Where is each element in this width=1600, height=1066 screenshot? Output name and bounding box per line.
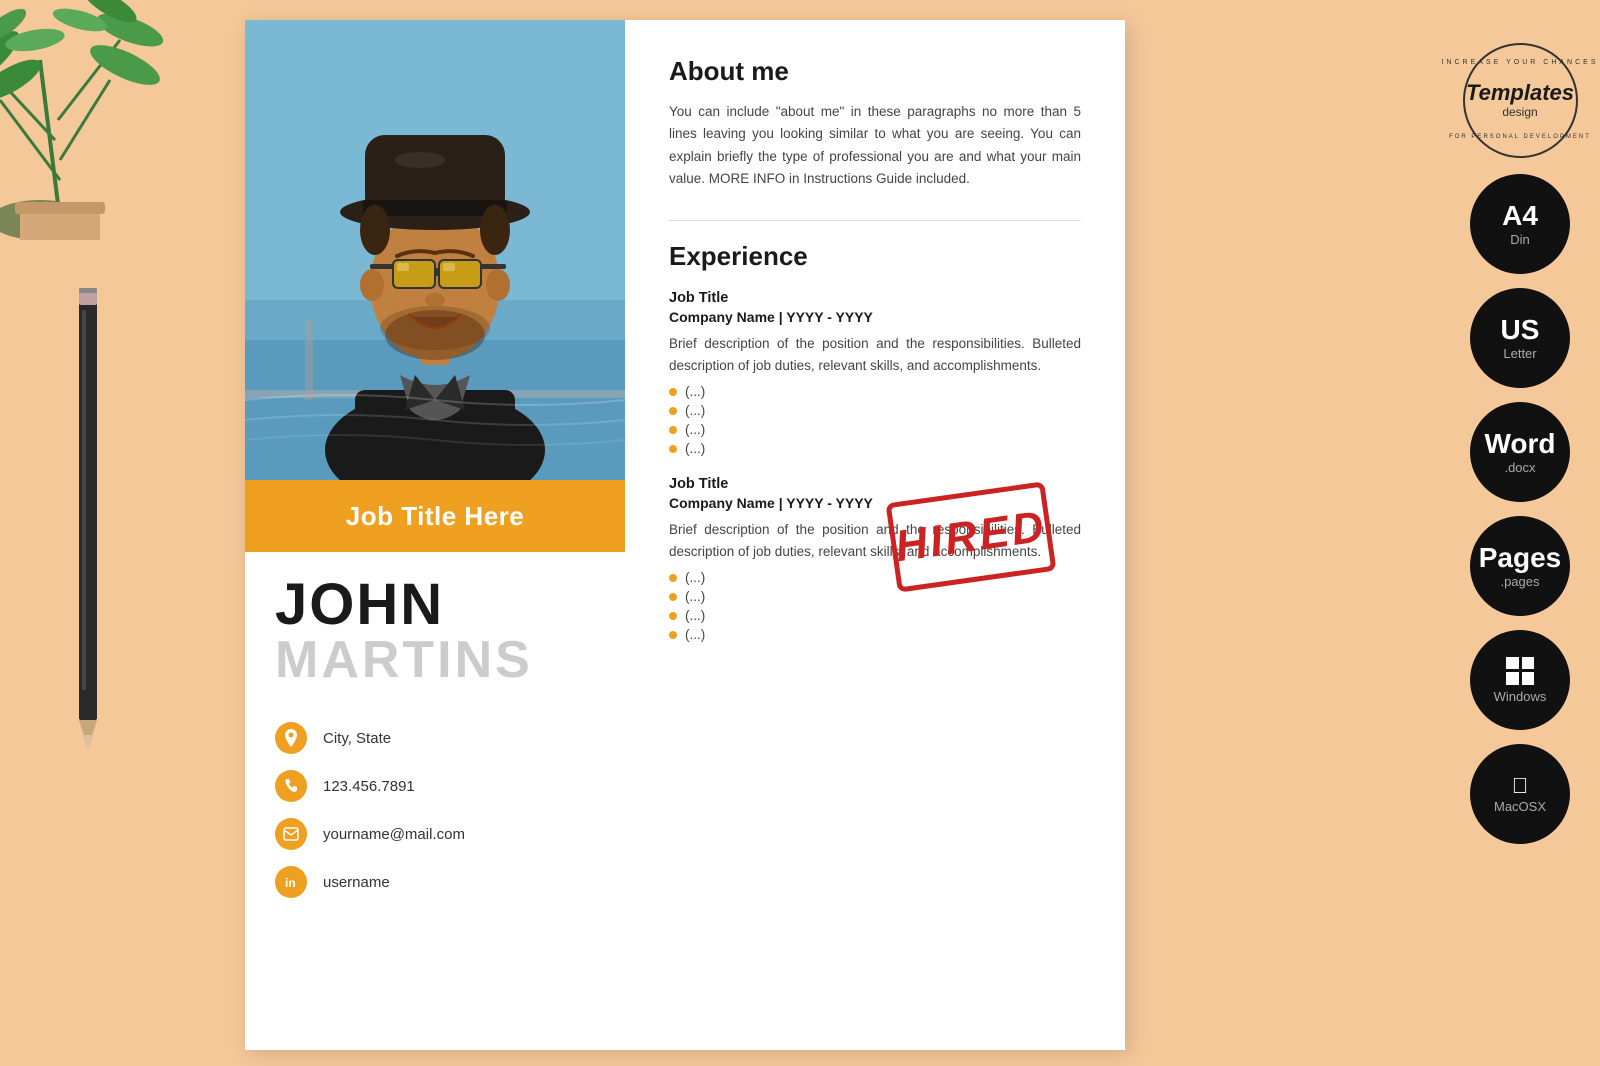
exp1-job-title: Job Title	[669, 290, 1081, 306]
phone-text: 123.456.7891	[323, 778, 415, 795]
experience-item-1: Job Title Company Name | YYYY - YYYY Bri…	[669, 290, 1081, 456]
badge-pages-main: Pages	[1479, 543, 1562, 574]
name-section: JOHN MARTINS	[245, 552, 625, 702]
win-square-br	[1522, 672, 1535, 685]
badge-windows-label: Windows	[1494, 689, 1547, 704]
phone-icon	[275, 770, 307, 802]
win-square-tr	[1522, 657, 1535, 670]
brand-logo: INCREASE YOUR CHANCES Templates design F…	[1460, 40, 1580, 160]
last-name: MARTINS	[275, 634, 595, 686]
resume-left-col: Job Title Here JOHN MARTINS City, State	[245, 20, 625, 1050]
profile-photo	[245, 20, 625, 480]
bullet-item: (...)	[669, 627, 1081, 642]
resume-card: Job Title Here JOHN MARTINS City, State	[245, 20, 1125, 1050]
exp1-desc: Brief description of the position and th…	[669, 333, 1081, 376]
bullet-item: (...)	[669, 403, 1081, 418]
experience-section: Experience Job Title Company Name | YYYY…	[669, 241, 1081, 642]
badge-word-main: Word	[1484, 429, 1555, 460]
bullet-item: (...)	[669, 441, 1081, 456]
job-title-banner: Job Title Here	[245, 480, 625, 552]
apple-icon: 	[1512, 775, 1529, 797]
format-badge-windows[interactable]: Windows	[1470, 630, 1570, 730]
pencil-decoration	[65, 280, 110, 760]
badge-us-main: US	[1501, 315, 1540, 346]
first-name: JOHN	[275, 576, 595, 634]
about-section: About me You can include "about me" in t…	[669, 56, 1081, 190]
windows-icon	[1506, 657, 1534, 685]
bullet-dot	[669, 426, 677, 434]
location-icon	[275, 722, 307, 754]
bullet-item: (...)	[669, 589, 1081, 604]
bullet-dot	[669, 612, 677, 620]
format-badge-a4[interactable]: A4 Din	[1470, 174, 1570, 274]
win-square-tl	[1506, 657, 1519, 670]
bullet-item: (...)	[669, 384, 1081, 399]
hired-text: HIRED	[892, 502, 1049, 573]
bullet-dot	[669, 593, 677, 601]
exp1-company: Company Name | YYYY - YYYY	[669, 309, 1081, 325]
resume-right-col: About me You can include "about me" in t…	[625, 20, 1125, 1050]
badge-us-sub: Letter	[1503, 346, 1536, 361]
email-icon	[275, 818, 307, 850]
brand-bottom-text: FOR PERSONAL DEVELOPMENT	[1449, 134, 1591, 140]
format-badge-us[interactable]: US Letter	[1470, 288, 1570, 388]
experience-item-2: Job Title Company Name | YYYY - YYYY Bri…	[669, 476, 1081, 642]
contact-email: yourname@mail.com	[275, 818, 595, 850]
about-text: You can include "about me" in these para…	[669, 101, 1081, 190]
badge-a4-sub: Din	[1510, 232, 1530, 247]
contact-linkedin: in username	[275, 866, 595, 898]
bullet-dot	[669, 388, 677, 396]
exp1-bullets: (...) (...) (...) (...)	[669, 384, 1081, 456]
section-divider	[669, 220, 1081, 221]
bullet-dot	[669, 574, 677, 582]
contact-section: City, State 123.456.7891 yourname@mai	[245, 702, 625, 934]
location-text: City, State	[323, 730, 391, 747]
plant-decoration	[0, 0, 220, 240]
format-sidebar: INCREASE YOUR CHANCES Templates design F…	[1460, 40, 1580, 844]
format-badge-mac[interactable]:  MacOSX	[1470, 744, 1570, 844]
exp2-bullets: (...) (...) (...) (...)	[669, 570, 1081, 642]
bullet-item: (...)	[669, 608, 1081, 623]
experience-title: Experience	[669, 241, 1081, 272]
brand-design-text: design	[1502, 105, 1537, 119]
badge-word-sub: .docx	[1504, 460, 1535, 475]
contact-location: City, State	[275, 722, 595, 754]
win-square-bl	[1506, 672, 1519, 685]
bullet-dot	[669, 407, 677, 415]
bullet-item: (...)	[669, 422, 1081, 437]
format-badge-word[interactable]: Word .docx	[1470, 402, 1570, 502]
linkedin-icon: in	[275, 866, 307, 898]
format-badge-pages[interactable]: Pages .pages	[1470, 516, 1570, 616]
badge-mac-label: MacOSX	[1494, 799, 1546, 814]
brand-main-text: Templates	[1466, 81, 1574, 105]
brand-circle: INCREASE YOUR CHANCES Templates design F…	[1463, 43, 1578, 158]
bullet-dot	[669, 445, 677, 453]
job-title-text: Job Title Here	[346, 501, 524, 532]
contact-phone: 123.456.7891	[275, 770, 595, 802]
badge-a4-main: A4	[1502, 201, 1538, 232]
brand-top-text: INCREASE YOUR CHANCES	[1441, 59, 1598, 66]
svg-text:in: in	[285, 876, 296, 890]
linkedin-text: username	[323, 874, 390, 891]
email-text: yourname@mail.com	[323, 826, 465, 843]
badge-pages-sub: .pages	[1500, 574, 1539, 589]
about-title: About me	[669, 56, 1081, 87]
bullet-dot	[669, 631, 677, 639]
